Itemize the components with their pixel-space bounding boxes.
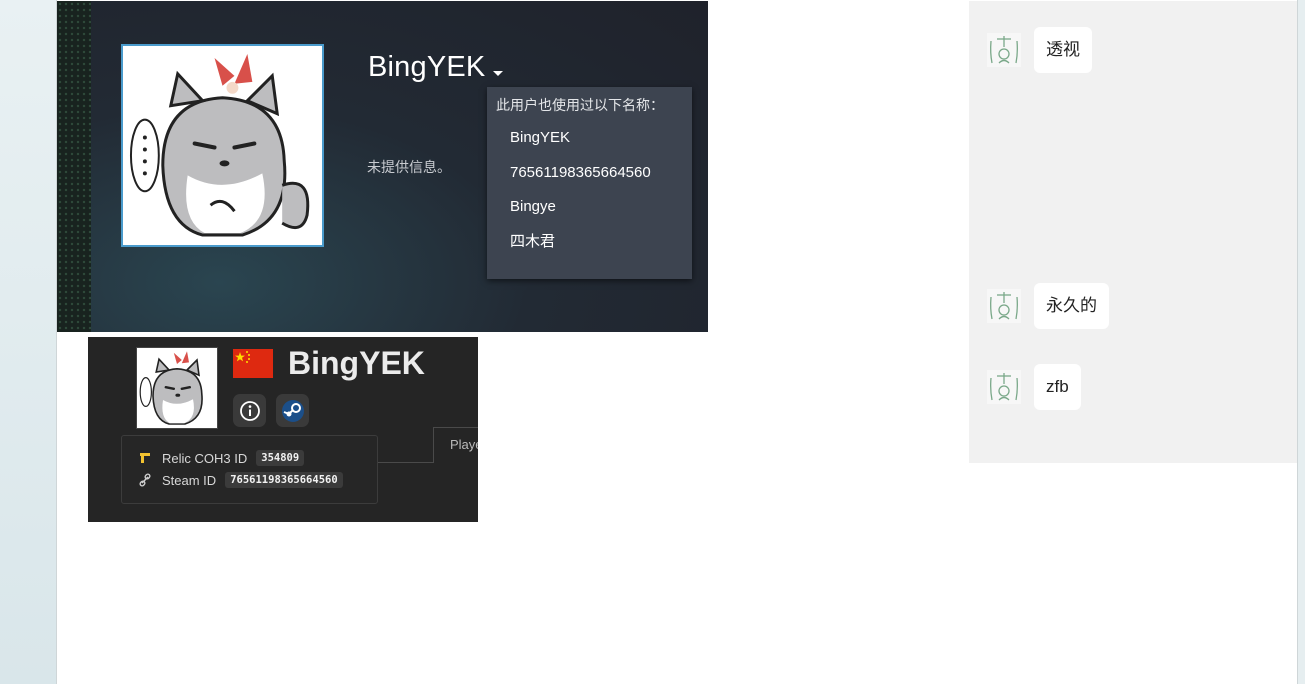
player-name: BingYEK xyxy=(288,345,425,381)
info-icon xyxy=(239,400,260,421)
persona-name: BingYEK xyxy=(368,51,486,83)
steam-icon xyxy=(281,399,304,422)
caret-down-icon[interactable] xyxy=(493,71,504,76)
comment-item: zfb xyxy=(987,364,1081,410)
cat-avatar-illustration xyxy=(137,348,217,428)
comments-panel: 透视 永久的 zfb xyxy=(969,1,1297,463)
coh3-player-card: BingYEK Relic COH3 ID 354809 Steam ID 76… xyxy=(88,337,478,522)
alias-history-popup: 此用户也使用过以下名称： BingYEK 76561198365664560 B… xyxy=(487,87,692,279)
relic-icon xyxy=(140,453,150,463)
commenter-avatar[interactable] xyxy=(987,370,1021,404)
alias-item: BingYEK xyxy=(510,129,571,146)
profile-avatar[interactable] xyxy=(121,44,324,247)
page-background xyxy=(0,0,57,684)
relic-id-label: Relic COH3 ID xyxy=(162,450,248,466)
china-flag-icon xyxy=(233,349,273,378)
player-avatar xyxy=(136,347,218,429)
profile-summary: 未提供信息。 xyxy=(367,159,451,175)
steam-profile-button[interactable] xyxy=(276,394,309,427)
tab-divider xyxy=(378,462,434,463)
tab-player[interactable]: Playe xyxy=(433,427,478,463)
player-ids-card: Relic COH3 ID 354809 Steam ID 7656119836… xyxy=(121,435,378,504)
comment-item: 透视 xyxy=(987,27,1092,73)
link-icon xyxy=(139,473,151,487)
comment-bubble: 永久的 xyxy=(1034,283,1109,329)
alias-item: 四木君 xyxy=(510,232,556,250)
commenter-avatar[interactable] xyxy=(987,289,1021,323)
alias-item: 76561198365664560 xyxy=(510,163,651,181)
relic-id-value: 354809 xyxy=(256,450,305,466)
commenter-avatar[interactable] xyxy=(987,33,1021,67)
alias-popup-title: 此用户也使用过以下名称： xyxy=(496,97,664,113)
relic-id-row: Relic COH3 ID 354809 xyxy=(138,450,305,466)
cat-avatar-illustration xyxy=(123,46,322,245)
profile-background-pattern xyxy=(57,1,91,332)
steam-id-value: 76561198365664560 xyxy=(225,472,343,488)
alias-item: Bingye xyxy=(510,198,556,215)
info-button[interactable] xyxy=(233,394,266,427)
steam-id-label: Steam ID xyxy=(162,472,217,488)
steam-id-row: Steam ID 76561198365664560 xyxy=(138,472,343,488)
character-avatar-icon xyxy=(987,289,1021,323)
character-avatar-icon xyxy=(987,33,1021,67)
comment-bubble: 透视 xyxy=(1034,27,1092,73)
comment-item: 永久的 xyxy=(987,283,1109,329)
character-avatar-icon xyxy=(987,370,1021,404)
persona-name-row[interactable]: BingYEK xyxy=(368,51,504,84)
steam-profile-panel: BingYEK 未提供信息。 此用户也使用过以下名称： BingYEK 7656… xyxy=(57,1,708,332)
comment-bubble: zfb xyxy=(1034,364,1081,410)
